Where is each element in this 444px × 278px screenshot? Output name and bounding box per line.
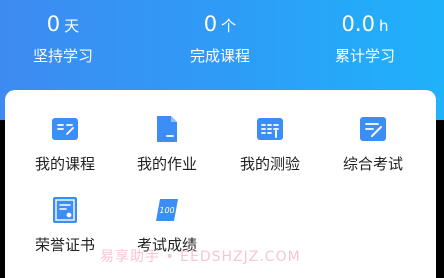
- stat-days-value: 0: [46, 12, 61, 36]
- score-100-icon: 100: [156, 199, 178, 221]
- exam-edit-icon: [360, 117, 386, 141]
- menu-item-scores[interactable]: 100 考试成绩: [117, 195, 217, 255]
- menu-label-exam: 综合考试: [342, 155, 403, 173]
- menu-item-my-courses[interactable]: 我的课程: [15, 114, 115, 174]
- svg-text:100: 100: [159, 206, 174, 215]
- stat-days-label: 坚持学习: [32, 47, 93, 65]
- menu-label-my-quiz: 我的测验: [239, 155, 300, 173]
- stat-hours: 0.0 h 累计学习: [305, 10, 425, 67]
- menu-item-exam[interactable]: 综合考试: [323, 114, 423, 174]
- menu-label-my-homework: 我的作业: [136, 155, 197, 173]
- quiz-icon: [257, 118, 283, 140]
- stat-courses-label: 完成课程: [189, 47, 250, 65]
- menu-item-certificate[interactable]: 荣誉证书: [15, 195, 115, 255]
- stat-courses-value: 0: [203, 12, 218, 36]
- stat-courses: 0个 完成课程: [160, 10, 280, 67]
- stat-hours-label: 累计学习: [334, 47, 395, 65]
- stat-hours-value: 0.0: [341, 12, 375, 36]
- menu-item-my-quiz[interactable]: 我的测验: [220, 114, 320, 174]
- menu-card: 我的课程 我的作业 我的测验 综合考试 荣誉证书 100 考试成绩: [5, 90, 436, 278]
- menu-label-certificate: 荣誉证书: [34, 236, 95, 254]
- menu-item-my-homework[interactable]: 我的作业: [117, 114, 217, 174]
- page: 0天 坚持学习 0个 完成课程 0.0 h 累计学习 我的课程 我的作业 我的测…: [0, 0, 444, 278]
- menu-label-scores: 考试成绩: [136, 236, 197, 254]
- stat-days: 0天 坚持学习: [3, 10, 123, 67]
- stat-courses-unit: 个: [221, 17, 237, 35]
- book-open-icon: [52, 118, 78, 140]
- homework-doc-icon: [157, 116, 177, 142]
- stat-days-unit: 天: [64, 17, 80, 35]
- stat-hours-unit: h: [378, 17, 389, 35]
- menu-label-my-courses: 我的课程: [34, 155, 95, 173]
- certificate-icon: [53, 197, 77, 223]
